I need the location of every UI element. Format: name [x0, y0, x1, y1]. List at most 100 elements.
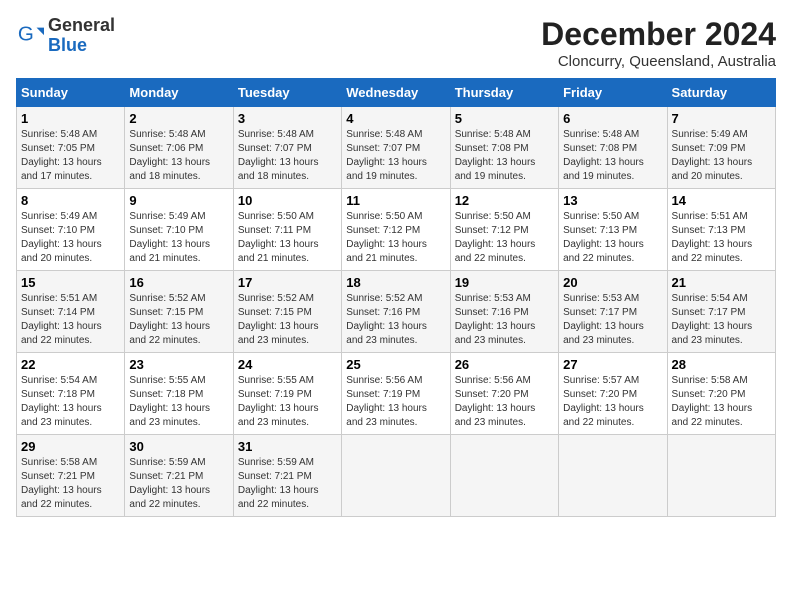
calendar-cell: 17 Sunrise: 5:52 AM Sunset: 7:15 PM Dayl…: [233, 271, 341, 353]
day-number: 18: [346, 275, 445, 290]
calendar-week-row: 22 Sunrise: 5:54 AM Sunset: 7:18 PM Dayl…: [17, 353, 776, 435]
location: Cloncurry, Queensland, Australia: [541, 53, 776, 70]
day-info: Sunrise: 5:59 AM Sunset: 7:21 PM Dayligh…: [129, 456, 228, 512]
day-number: 30: [129, 439, 228, 454]
day-number: 6: [563, 111, 662, 126]
calendar-cell: 5 Sunrise: 5:48 AM Sunset: 7:08 PM Dayli…: [450, 107, 558, 189]
day-number: 28: [672, 357, 771, 372]
day-info: Sunrise: 5:56 AM Sunset: 7:20 PM Dayligh…: [455, 374, 554, 430]
calendar-cell: 29 Sunrise: 5:58 AM Sunset: 7:21 PM Dayl…: [17, 435, 125, 517]
svg-text:G: G: [18, 22, 34, 45]
day-number: 17: [238, 275, 337, 290]
calendar-week-row: 8 Sunrise: 5:49 AM Sunset: 7:10 PM Dayli…: [17, 189, 776, 271]
day-number: 15: [21, 275, 120, 290]
day-number: 14: [672, 193, 771, 208]
day-number: 12: [455, 193, 554, 208]
calendar-cell: 23 Sunrise: 5:55 AM Sunset: 7:18 PM Dayl…: [125, 353, 233, 435]
calendar-cell: [342, 435, 450, 517]
calendar-cell: 22 Sunrise: 5:54 AM Sunset: 7:18 PM Dayl…: [17, 353, 125, 435]
calendar-cell: 21 Sunrise: 5:54 AM Sunset: 7:17 PM Dayl…: [667, 271, 775, 353]
calendar-cell: 24 Sunrise: 5:55 AM Sunset: 7:19 PM Dayl…: [233, 353, 341, 435]
day-info: Sunrise: 5:48 AM Sunset: 7:07 PM Dayligh…: [238, 128, 337, 184]
calendar-header: SundayMondayTuesdayWednesdayThursdayFrid…: [17, 79, 776, 107]
day-number: 9: [129, 193, 228, 208]
day-info: Sunrise: 5:59 AM Sunset: 7:21 PM Dayligh…: [238, 456, 337, 512]
weekday-header: Wednesday: [342, 79, 450, 107]
day-info: Sunrise: 5:58 AM Sunset: 7:20 PM Dayligh…: [672, 374, 771, 430]
day-number: 31: [238, 439, 337, 454]
day-info: Sunrise: 5:50 AM Sunset: 7:12 PM Dayligh…: [346, 210, 445, 266]
weekday-header: Friday: [559, 79, 667, 107]
calendar-table: SundayMondayTuesdayWednesdayThursdayFrid…: [16, 78, 776, 517]
calendar-cell: 4 Sunrise: 5:48 AM Sunset: 7:07 PM Dayli…: [342, 107, 450, 189]
day-number: 10: [238, 193, 337, 208]
calendar-cell: 12 Sunrise: 5:50 AM Sunset: 7:12 PM Dayl…: [450, 189, 558, 271]
day-info: Sunrise: 5:55 AM Sunset: 7:19 PM Dayligh…: [238, 374, 337, 430]
day-number: 7: [672, 111, 771, 126]
weekday-header: Saturday: [667, 79, 775, 107]
calendar-cell: 18 Sunrise: 5:52 AM Sunset: 7:16 PM Dayl…: [342, 271, 450, 353]
day-number: 20: [563, 275, 662, 290]
logo-icon: G: [16, 22, 44, 50]
day-number: 1: [21, 111, 120, 126]
day-number: 4: [346, 111, 445, 126]
calendar-cell: 25 Sunrise: 5:56 AM Sunset: 7:19 PM Dayl…: [342, 353, 450, 435]
day-info: Sunrise: 5:48 AM Sunset: 7:06 PM Dayligh…: [129, 128, 228, 184]
calendar-week-row: 29 Sunrise: 5:58 AM Sunset: 7:21 PM Dayl…: [17, 435, 776, 517]
calendar-cell: 8 Sunrise: 5:49 AM Sunset: 7:10 PM Dayli…: [17, 189, 125, 271]
day-number: 5: [455, 111, 554, 126]
calendar-cell: 31 Sunrise: 5:59 AM Sunset: 7:21 PM Dayl…: [233, 435, 341, 517]
day-info: Sunrise: 5:54 AM Sunset: 7:17 PM Dayligh…: [672, 292, 771, 348]
day-number: 22: [21, 357, 120, 372]
day-info: Sunrise: 5:56 AM Sunset: 7:19 PM Dayligh…: [346, 374, 445, 430]
calendar-cell: 10 Sunrise: 5:50 AM Sunset: 7:11 PM Dayl…: [233, 189, 341, 271]
calendar-cell: 30 Sunrise: 5:59 AM Sunset: 7:21 PM Dayl…: [125, 435, 233, 517]
calendar-cell: 3 Sunrise: 5:48 AM Sunset: 7:07 PM Dayli…: [233, 107, 341, 189]
calendar-cell: 7 Sunrise: 5:49 AM Sunset: 7:09 PM Dayli…: [667, 107, 775, 189]
day-info: Sunrise: 5:48 AM Sunset: 7:07 PM Dayligh…: [346, 128, 445, 184]
calendar-cell: [559, 435, 667, 517]
day-number: 13: [563, 193, 662, 208]
day-info: Sunrise: 5:48 AM Sunset: 7:08 PM Dayligh…: [455, 128, 554, 184]
logo: G General Blue: [16, 16, 115, 56]
month-title: December 2024: [541, 16, 776, 53]
calendar-cell: 15 Sunrise: 5:51 AM Sunset: 7:14 PM Dayl…: [17, 271, 125, 353]
day-info: Sunrise: 5:49 AM Sunset: 7:10 PM Dayligh…: [21, 210, 120, 266]
day-number: 25: [346, 357, 445, 372]
day-info: Sunrise: 5:49 AM Sunset: 7:10 PM Dayligh…: [129, 210, 228, 266]
day-info: Sunrise: 5:52 AM Sunset: 7:15 PM Dayligh…: [129, 292, 228, 348]
day-info: Sunrise: 5:48 AM Sunset: 7:05 PM Dayligh…: [21, 128, 120, 184]
day-number: 21: [672, 275, 771, 290]
title-area: December 2024 Cloncurry, Queensland, Aus…: [541, 16, 776, 70]
day-number: 2: [129, 111, 228, 126]
day-info: Sunrise: 5:53 AM Sunset: 7:16 PM Dayligh…: [455, 292, 554, 348]
day-info: Sunrise: 5:50 AM Sunset: 7:13 PM Dayligh…: [563, 210, 662, 266]
calendar-cell: 11 Sunrise: 5:50 AM Sunset: 7:12 PM Dayl…: [342, 189, 450, 271]
day-number: 11: [346, 193, 445, 208]
calendar-week-row: 15 Sunrise: 5:51 AM Sunset: 7:14 PM Dayl…: [17, 271, 776, 353]
day-info: Sunrise: 5:55 AM Sunset: 7:18 PM Dayligh…: [129, 374, 228, 430]
weekday-header: Monday: [125, 79, 233, 107]
day-number: 26: [455, 357, 554, 372]
day-number: 16: [129, 275, 228, 290]
day-info: Sunrise: 5:49 AM Sunset: 7:09 PM Dayligh…: [672, 128, 771, 184]
calendar-cell: 20 Sunrise: 5:53 AM Sunset: 7:17 PM Dayl…: [559, 271, 667, 353]
day-number: 8: [21, 193, 120, 208]
logo-text: General Blue: [48, 16, 115, 56]
calendar-cell: 19 Sunrise: 5:53 AM Sunset: 7:16 PM Dayl…: [450, 271, 558, 353]
calendar-cell: 16 Sunrise: 5:52 AM Sunset: 7:15 PM Dayl…: [125, 271, 233, 353]
day-info: Sunrise: 5:52 AM Sunset: 7:16 PM Dayligh…: [346, 292, 445, 348]
calendar-cell: 26 Sunrise: 5:56 AM Sunset: 7:20 PM Dayl…: [450, 353, 558, 435]
day-info: Sunrise: 5:57 AM Sunset: 7:20 PM Dayligh…: [563, 374, 662, 430]
day-info: Sunrise: 5:53 AM Sunset: 7:17 PM Dayligh…: [563, 292, 662, 348]
day-info: Sunrise: 5:48 AM Sunset: 7:08 PM Dayligh…: [563, 128, 662, 184]
calendar-cell: 27 Sunrise: 5:57 AM Sunset: 7:20 PM Dayl…: [559, 353, 667, 435]
weekday-header: Tuesday: [233, 79, 341, 107]
calendar-week-row: 1 Sunrise: 5:48 AM Sunset: 7:05 PM Dayli…: [17, 107, 776, 189]
calendar-cell: [450, 435, 558, 517]
day-info: Sunrise: 5:58 AM Sunset: 7:21 PM Dayligh…: [21, 456, 120, 512]
calendar-cell: 13 Sunrise: 5:50 AM Sunset: 7:13 PM Dayl…: [559, 189, 667, 271]
day-info: Sunrise: 5:50 AM Sunset: 7:11 PM Dayligh…: [238, 210, 337, 266]
calendar-cell: 14 Sunrise: 5:51 AM Sunset: 7:13 PM Dayl…: [667, 189, 775, 271]
day-info: Sunrise: 5:50 AM Sunset: 7:12 PM Dayligh…: [455, 210, 554, 266]
